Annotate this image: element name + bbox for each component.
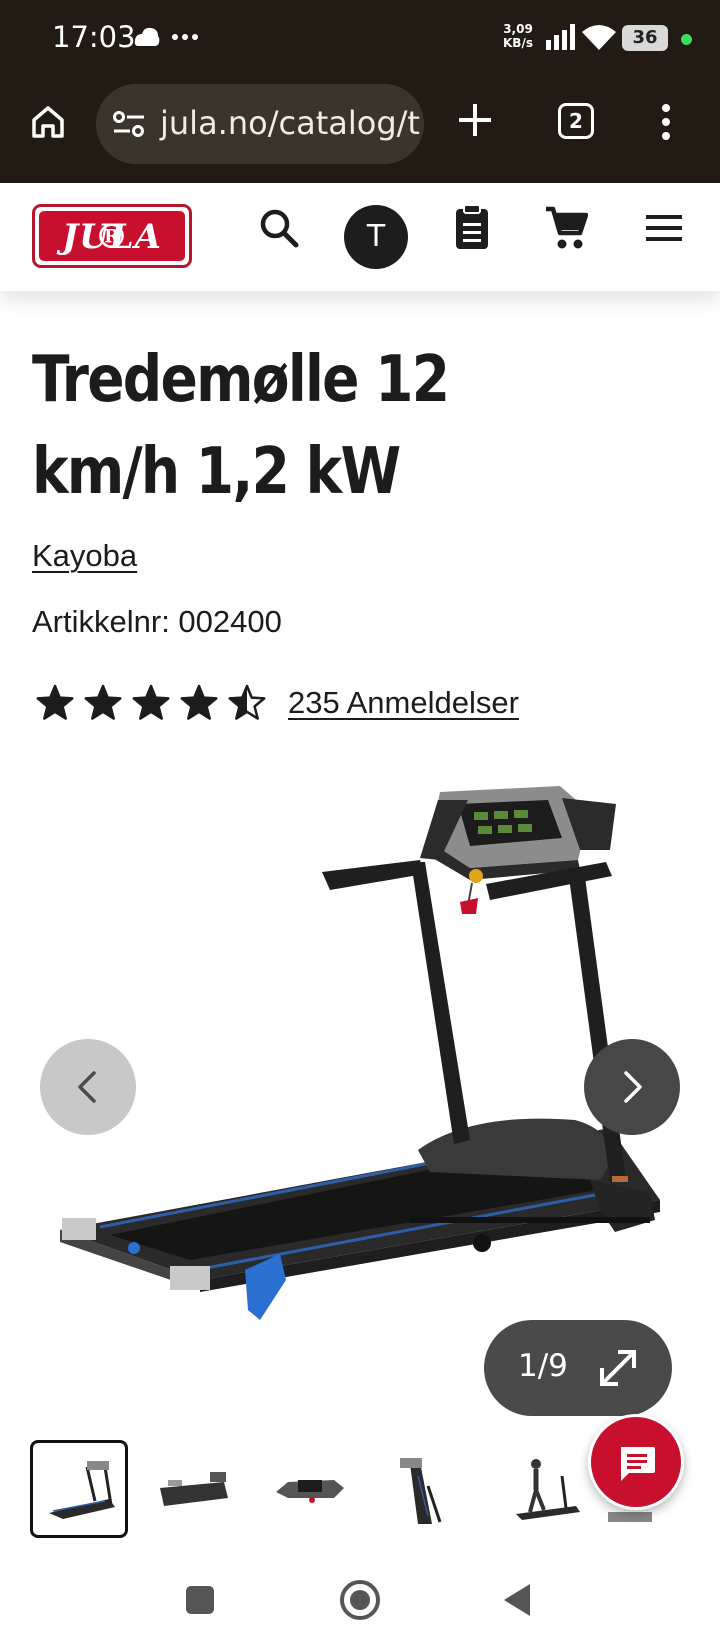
- chevron-right-icon: [624, 1071, 642, 1103]
- recents-icon[interactable]: [186, 1586, 214, 1614]
- star-full-icon: [84, 684, 122, 720]
- thumbnail-2[interactable]: [144, 1440, 242, 1538]
- image-counter-fullscreen-button[interactable]: 1/9: [484, 1320, 672, 1416]
- browser-chrome: 17:03 3,09 KB/s 36 jula.no/catalog/t 2: [0, 0, 720, 183]
- chevron-left-icon: [78, 1071, 96, 1103]
- previous-image-button[interactable]: [40, 1039, 136, 1135]
- status-time: 17:03: [52, 20, 136, 54]
- fullscreen-expand-icon: [600, 1350, 636, 1386]
- star-full-icon: [36, 684, 74, 720]
- thumbnail-3[interactable]: [262, 1440, 360, 1538]
- thumbnail-image: [49, 1461, 115, 1519]
- shopping-list-icon[interactable]: [452, 203, 492, 251]
- network-speed: 3,09 KB/s: [503, 22, 533, 50]
- article-number: Artikkelnr: 002400: [32, 604, 282, 639]
- thumbnail-4[interactable]: [382, 1440, 480, 1538]
- reviews-link[interactable]: 235 Anmeldelser: [288, 685, 519, 721]
- thumbnail-1[interactable]: [30, 1440, 128, 1538]
- thumbnail-image: [516, 1459, 580, 1520]
- product-rating[interactable]: 235 Anmeldelser: [36, 680, 519, 726]
- more-vert-icon[interactable]: [660, 102, 672, 142]
- browser-toolbar: jula.no/catalog/t 2: [0, 80, 720, 180]
- rating-stars: [36, 684, 266, 722]
- account-avatar[interactable]: T: [344, 205, 408, 269]
- star-full-icon: [180, 684, 218, 720]
- back-triangle-icon[interactable]: [502, 1582, 532, 1618]
- brand-link[interactable]: Kayoba: [32, 538, 137, 574]
- system-navigation-bar: [0, 1548, 720, 1640]
- battery-indicator: 36: [622, 25, 668, 51]
- jula-logo[interactable]: JULA ®: [32, 204, 192, 268]
- thumbnail-image: [160, 1472, 228, 1506]
- product-gallery: 1/9: [0, 780, 720, 1420]
- thumbnail-image: [400, 1458, 442, 1524]
- image-counter: 1/9: [518, 1348, 568, 1384]
- product-title: Tredemølle 12 km/h 1,2 kW: [32, 343, 450, 509]
- notification-cloud-icon: [134, 27, 160, 46]
- next-image-button[interactable]: [584, 1039, 680, 1135]
- new-tab-icon[interactable]: [455, 100, 495, 140]
- privacy-dot: [681, 34, 692, 45]
- star-half-icon: [228, 684, 266, 720]
- thumbnail-image: [276, 1480, 344, 1503]
- status-bar: 17:03 3,09 KB/s 36: [0, 0, 720, 80]
- url-text: jula.no/catalog/t: [160, 104, 420, 142]
- menu-icon[interactable]: [644, 213, 684, 243]
- home-icon[interactable]: [28, 102, 68, 142]
- chat-bubble-icon: [621, 1447, 655, 1481]
- thumbnail-5[interactable]: [500, 1440, 598, 1538]
- tab-switcher-button[interactable]: 2: [558, 103, 594, 139]
- chat-button[interactable]: [588, 1414, 684, 1510]
- search-icon[interactable]: [258, 207, 302, 251]
- site-settings-icon[interactable]: [112, 108, 146, 140]
- site-header: JULA ® T: [0, 183, 720, 291]
- more-notifications-icon: [172, 34, 198, 40]
- wifi-icon: [582, 25, 616, 50]
- address-bar[interactable]: jula.no/catalog/t: [96, 84, 424, 164]
- star-full-icon: [132, 684, 170, 720]
- signal-icon: [546, 24, 575, 50]
- home-circle-icon[interactable]: [340, 1580, 380, 1620]
- cart-icon[interactable]: [544, 205, 588, 251]
